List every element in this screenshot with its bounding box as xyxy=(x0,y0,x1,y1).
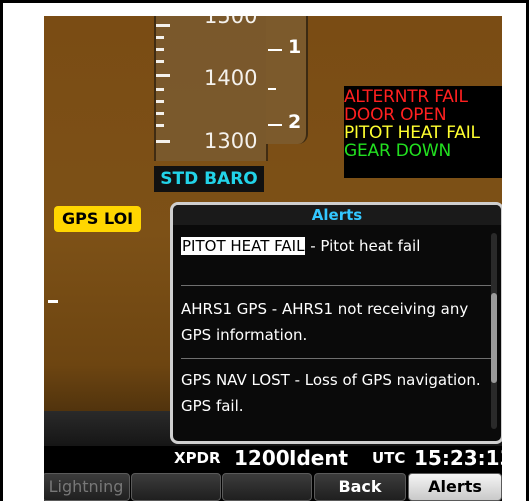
frame-border-left xyxy=(0,0,3,501)
display-frame: 1500 1400 1300 1 2 STD BARO ALTERNTR FAI… xyxy=(0,0,529,501)
altitude-value-1300: 1300 xyxy=(204,129,258,153)
alt-tick xyxy=(156,74,170,77)
pfd-screen: 1500 1400 1300 1 2 STD BARO ALTERNTR FAI… xyxy=(44,16,502,501)
altitude-tape: 1500 1400 1300 xyxy=(154,16,268,161)
baro-setting: STD BARO xyxy=(154,166,264,192)
softkey-alerts[interactable]: Alerts xyxy=(408,473,502,501)
annunciation-panel: ALTERNTR FAIL DOOR OPEN PITOT HEAT FAIL … xyxy=(344,86,502,178)
softkey-back[interactable]: Back xyxy=(314,473,406,501)
frame-border-top xyxy=(0,0,529,3)
annunciation-gear-down: GEAR DOWN xyxy=(344,141,451,161)
gps-loi-flag: GPS LOI xyxy=(54,206,142,232)
attitude-marker xyxy=(48,300,58,303)
vsi-tick xyxy=(268,88,276,90)
alt-tick xyxy=(156,100,164,103)
xpdr-label: XPDR xyxy=(174,449,221,467)
alerts-scroll-thumb[interactable] xyxy=(491,293,497,383)
alt-tick xyxy=(156,140,170,143)
softkey-bar: Lightning Back Alerts xyxy=(44,471,502,501)
xpdr-code: 1200 xyxy=(234,446,290,470)
vsi-mark-1: 1 xyxy=(288,36,302,58)
alt-tick xyxy=(156,60,164,63)
alt-tick xyxy=(156,124,164,127)
status-bar: XPDR 1200 Ident UTC 15:23:13 xyxy=(44,446,502,471)
alerts-window-title: Alerts xyxy=(173,205,501,225)
alt-tick xyxy=(156,48,164,51)
alert-item[interactable]: GPS NAV LOST - Loss of GPS navigation. G… xyxy=(181,358,491,429)
alt-tick xyxy=(156,36,164,39)
vsi-mark-2: 2 xyxy=(288,111,302,133)
alt-tick xyxy=(156,24,170,27)
alert-code: PITOT HEAT FAIL xyxy=(181,237,306,255)
vertical-speed-indicator: 1 2 xyxy=(266,16,308,144)
alert-code: AHRS1 GPS xyxy=(181,300,267,318)
utc-label: UTC xyxy=(372,449,406,467)
xpdr-mode: Ident xyxy=(289,446,349,470)
alert-item[interactable]: AHRS1 GPS - AHRS1 not receiving any GPS … xyxy=(181,285,491,358)
annunciation-door-open: DOOR OPEN xyxy=(344,105,447,125)
utc-time: 15:23:13 xyxy=(414,446,502,470)
alert-code: GPS NAV LOST xyxy=(181,371,290,389)
softkey-blank-2[interactable] xyxy=(131,473,221,501)
altitude-value-1500: 1500 xyxy=(204,16,258,28)
alerts-window[interactable]: Alerts PITOT HEAT FAIL - Pitot heat fail… xyxy=(170,202,502,444)
vsi-tick xyxy=(268,49,282,51)
vsi-tick xyxy=(268,124,282,126)
altitude-value-1400: 1400 xyxy=(204,66,258,90)
alerts-scrollbar[interactable] xyxy=(491,233,497,429)
alt-tick xyxy=(156,112,164,115)
annunciation-pitot-heat-fail: PITOT HEAT FAIL xyxy=(344,123,480,143)
annunciation-alterntr-fail: ALTERNTR FAIL xyxy=(344,87,468,107)
alert-item[interactable]: PITOT HEAT FAIL - Pitot heat fail xyxy=(181,225,491,285)
softkey-lightning[interactable]: Lightning xyxy=(44,473,130,501)
softkey-blank-3[interactable] xyxy=(222,473,312,501)
alert-message: - Pitot heat fail xyxy=(310,237,421,255)
alt-tick xyxy=(156,88,164,91)
